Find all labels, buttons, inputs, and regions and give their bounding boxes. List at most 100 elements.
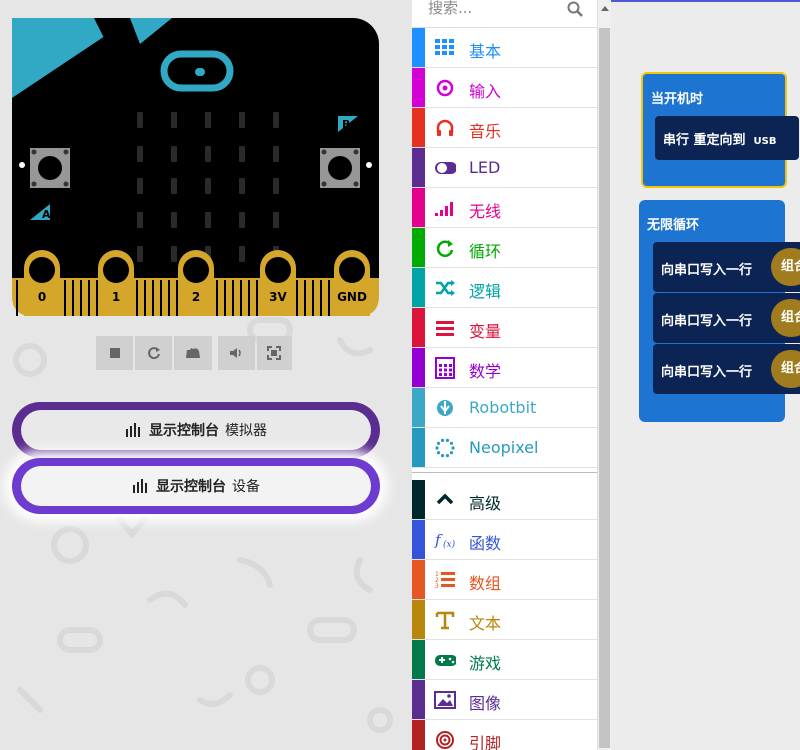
toolbox-category-3-advanced[interactable]: 文本	[412, 600, 597, 640]
led[interactable]	[239, 178, 245, 194]
category-color-bar	[412, 560, 425, 599]
led[interactable]	[171, 146, 177, 162]
pin-2[interactable]: 2	[178, 250, 214, 316]
restart-button[interactable]	[135, 336, 173, 370]
serial-write-line-block[interactable]: 向串口写入一行 组合	[653, 344, 800, 394]
toolbox-category-0-advanced[interactable]: 高级	[412, 480, 597, 520]
toolbox-category-8[interactable]: 数学	[412, 348, 597, 388]
toolbox-category-1[interactable]: 输入	[412, 68, 597, 108]
led[interactable]	[273, 212, 279, 228]
join-string-pill[interactable]: 组合	[771, 248, 800, 286]
led[interactable]	[205, 112, 211, 128]
led[interactable]	[171, 212, 177, 228]
category-color-bar	[412, 720, 425, 750]
toolbox-category-4-advanced[interactable]: 游戏	[412, 640, 597, 680]
simulator-toolbar	[96, 336, 292, 370]
toolbox-category-6-advanced[interactable]: 引脚	[412, 720, 597, 750]
toolbox-category-6[interactable]: 逻辑	[412, 268, 597, 308]
led[interactable]	[205, 212, 211, 228]
category-label: 引脚	[469, 734, 502, 750]
button-a[interactable]	[30, 148, 70, 188]
led[interactable]	[239, 212, 245, 228]
toolbox-category-10[interactable]: Neopixel	[412, 428, 597, 468]
mute-button[interactable]	[217, 336, 255, 370]
category-label: 图像	[469, 694, 502, 713]
toolbox-category-0[interactable]: 基本	[412, 28, 597, 68]
search-input[interactable]: 搜索...	[412, 0, 597, 28]
serial-redirect-label: 串行 重定向到	[663, 133, 746, 148]
show-console-device-button[interactable]: 显示控制台 设备	[12, 458, 380, 514]
toolbox-scrollbar[interactable]	[597, 0, 611, 750]
search-icon[interactable]	[567, 1, 583, 17]
led[interactable]	[171, 246, 177, 262]
pin-label: 1	[112, 290, 120, 304]
serial-redirect-block[interactable]: 串行 重定向到 USB	[655, 116, 799, 160]
stop-button[interactable]	[96, 336, 134, 370]
category-color-bar	[412, 680, 425, 719]
chart-bars-icon	[126, 423, 140, 437]
category-separator	[412, 472, 597, 480]
led[interactable]	[171, 112, 177, 128]
toolbox-category-3[interactable]: LED	[412, 148, 597, 188]
stop-icon	[109, 347, 121, 359]
toolbox-category-2-advanced[interactable]: 1 2 3 数组	[412, 560, 597, 600]
category-label: Robotbit	[469, 398, 537, 417]
toggle-icon	[434, 157, 456, 179]
toolbox-category-5[interactable]: 循环	[412, 228, 597, 268]
toolbox-category-1-advanced[interactable]: f (x) 函数	[412, 520, 597, 560]
toolbox-category-9[interactable]: Robotbit	[412, 388, 597, 428]
slow-motion-button[interactable]	[174, 336, 212, 370]
pin-label: GND	[337, 290, 367, 304]
led[interactable]	[137, 246, 143, 262]
category-color-bar	[412, 600, 425, 639]
led[interactable]	[205, 178, 211, 194]
led[interactable]	[239, 246, 245, 262]
led[interactable]	[239, 146, 245, 162]
scroll-up-arrow[interactable]	[601, 6, 609, 11]
led[interactable]	[273, 178, 279, 194]
led[interactable]	[205, 146, 211, 162]
volume-icon	[229, 347, 243, 359]
category-label: 游戏	[469, 654, 502, 673]
toolbox-category-7[interactable]: 变量	[412, 308, 597, 348]
signal-icon	[434, 197, 456, 219]
category-color-bar	[412, 308, 425, 347]
refresh-icon	[434, 237, 456, 259]
led[interactable]	[239, 112, 245, 128]
scrollbar-thumb[interactable]	[599, 28, 610, 748]
category-color-bar	[412, 68, 425, 107]
console-target: 模拟器	[225, 423, 267, 439]
led[interactable]	[137, 146, 143, 162]
led[interactable]	[273, 146, 279, 162]
led[interactable]	[137, 212, 143, 228]
toolbox-category-4[interactable]: 无线	[412, 188, 597, 228]
join-string-pill[interactable]: 组合	[771, 299, 800, 337]
headphones-icon	[434, 117, 456, 139]
show-console-simulator-button[interactable]: 显示控制台 模拟器	[12, 402, 380, 458]
forever-block[interactable]: 无限循环 向串口写入一行组合向串口写入一行组合向串口写入一行组合	[639, 200, 800, 422]
fullscreen-button[interactable]	[256, 336, 292, 370]
category-color-bar	[412, 28, 425, 67]
toolbox-category-2[interactable]: 音乐	[412, 108, 597, 148]
pin-gnd[interactable]: GND	[334, 250, 370, 316]
pin-label: 2	[192, 290, 200, 304]
led[interactable]	[171, 178, 177, 194]
led[interactable]	[273, 112, 279, 128]
button-b[interactable]	[320, 148, 360, 188]
category-color-bar	[412, 228, 425, 267]
serial-write-line-block[interactable]: 向串口写入一行 组合	[653, 293, 800, 343]
pin-1[interactable]: 1	[98, 250, 134, 316]
on-start-block[interactable]: 当开机时 串行 重定向到 USB	[641, 72, 799, 188]
category-label: 音乐	[469, 122, 502, 141]
join-string-pill[interactable]: 组合	[771, 350, 800, 388]
restart-icon	[147, 346, 161, 360]
toolbox-category-5-advanced[interactable]: 图像	[412, 680, 597, 720]
pin-3v[interactable]: 3V	[260, 250, 296, 316]
serial-write-line-block[interactable]: 向串口写入一行 组合	[653, 242, 800, 292]
pin-label: 0	[38, 290, 46, 304]
blocks-workspace[interactable]: 当开机时 串行 重定向到USB 无限循环 向串口写入一行组合向串口写入一行组合向…	[611, 0, 800, 750]
pin-0[interactable]: 0	[24, 250, 60, 316]
console-label: 显示控制台	[149, 423, 219, 439]
led[interactable]	[137, 112, 143, 128]
led[interactable]	[137, 178, 143, 194]
